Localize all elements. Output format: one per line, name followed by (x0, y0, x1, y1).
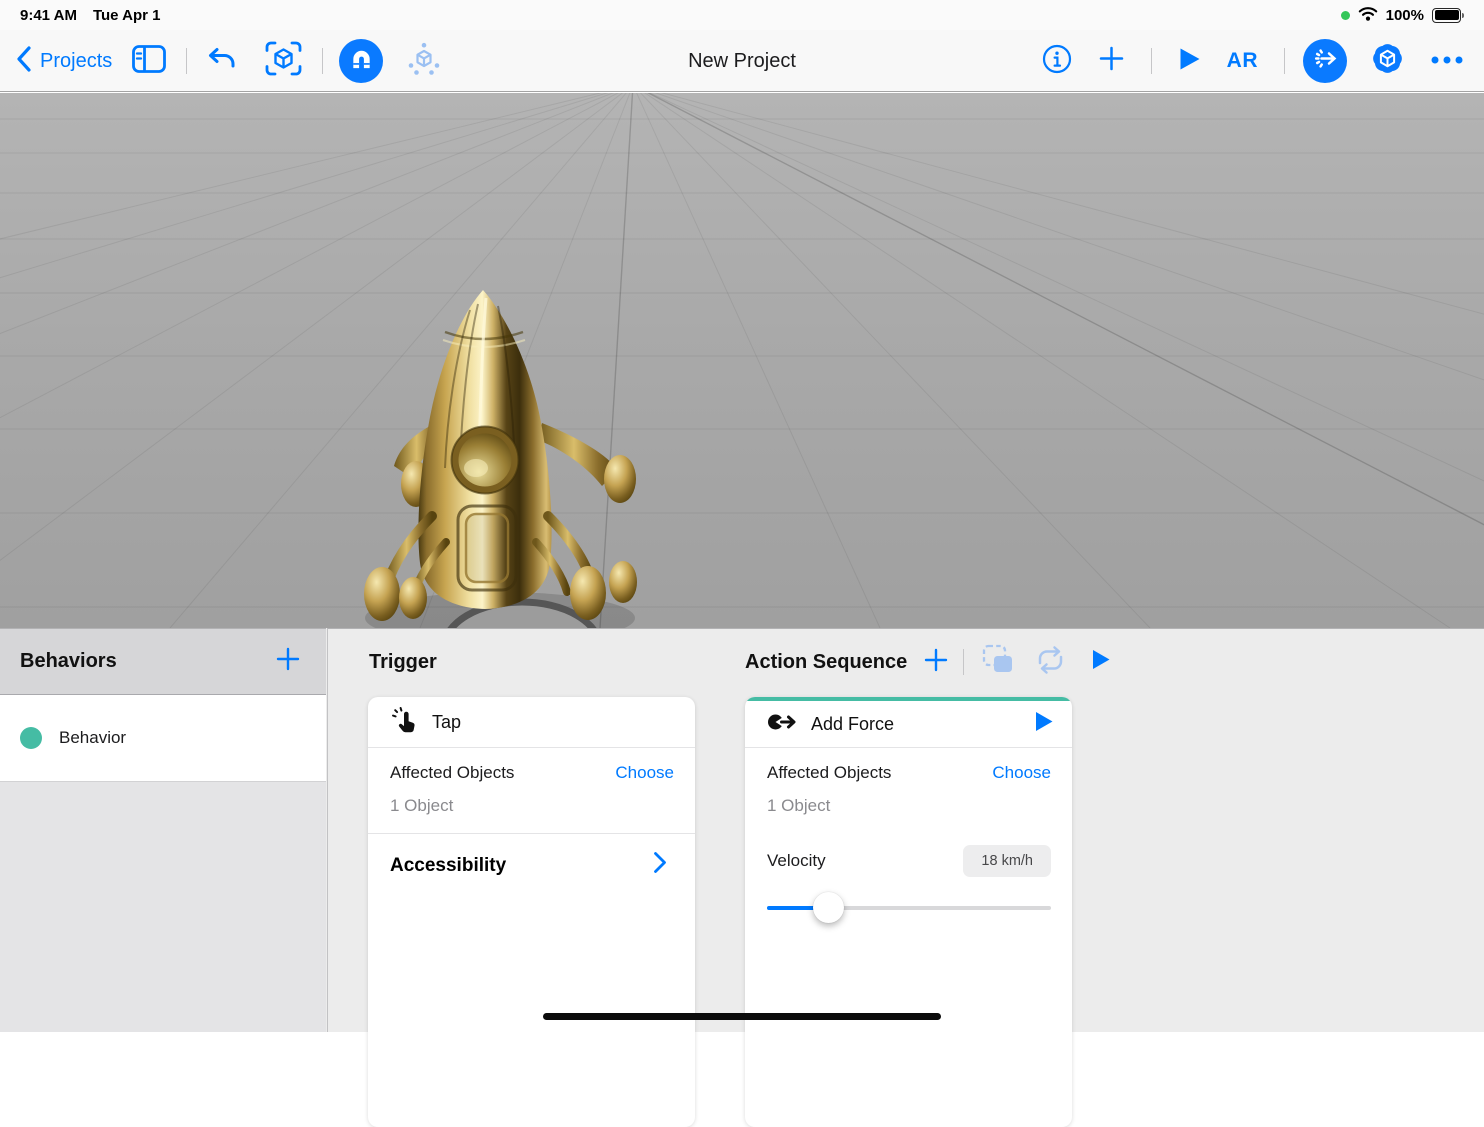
objects-count: 1 Object (767, 796, 1051, 816)
velocity-value-field[interactable]: 18 km/h (963, 845, 1051, 877)
object-settings-button[interactable] (1369, 40, 1406, 82)
snap-magnet-button[interactable] (339, 39, 383, 83)
tap-gesture-icon (390, 705, 420, 740)
sidebar-icon (132, 45, 166, 78)
behavior-list-item[interactable]: Behavior (0, 695, 326, 782)
toolbar-separator (1284, 48, 1285, 74)
info-button[interactable] (1042, 44, 1072, 79)
rocket-object[interactable] (364, 290, 637, 628)
plus-icon (1098, 45, 1125, 77)
play-action-button[interactable] (1034, 710, 1054, 738)
undo-icon (207, 46, 237, 77)
loop-action-button[interactable] (1034, 645, 1067, 680)
ar-button-label: AR (1227, 49, 1258, 73)
add-behavior-button[interactable] (274, 645, 302, 678)
group-actions-button[interactable] (982, 644, 1016, 681)
ellipsis-icon (1430, 52, 1464, 70)
plus-icon (274, 645, 302, 678)
chevron-left-icon (14, 44, 34, 79)
trigger-card: Tap Affected Objects Choose 1 Object Acc… (368, 697, 695, 1127)
anchor-cube-dots-icon (407, 42, 441, 81)
undo-button[interactable] (207, 46, 237, 77)
privacy-indicator-dot (1341, 11, 1350, 20)
add-object-button[interactable] (1098, 45, 1125, 77)
group-actions-icon (982, 644, 1016, 681)
back-button[interactable]: Projects (14, 44, 112, 79)
badge-cube-icon (1369, 40, 1406, 82)
sidebar-toggle-button[interactable] (132, 45, 166, 78)
add-force-icon (767, 711, 799, 738)
affected-objects-label: Affected Objects (767, 763, 891, 783)
play-icon (1178, 46, 1201, 77)
scene-canvas (0, 93, 1484, 628)
add-force-row[interactable]: Add Force (745, 701, 1072, 748)
behaviors-panel-button[interactable] (1303, 39, 1347, 83)
toolbar-separator (1151, 48, 1152, 74)
object-capture-button[interactable] (265, 41, 302, 81)
accessibility-row[interactable]: Accessibility (368, 834, 695, 897)
trigger-tap-row[interactable]: Tap (368, 697, 695, 748)
magnet-icon (349, 46, 374, 76)
choose-objects-link[interactable]: Choose (615, 763, 674, 783)
behavior-detail-panel: Trigger Action Sequence (327, 628, 1484, 1032)
play-icon (1091, 648, 1111, 676)
back-button-label: Projects (40, 50, 112, 73)
toolbar: Projects New P (0, 30, 1484, 92)
toolbar-separator (963, 649, 964, 675)
play-sequence-button[interactable] (1091, 648, 1111, 676)
toolbar-separator (322, 48, 323, 74)
accessibility-label: Accessibility (390, 855, 506, 877)
status-bar: 9:41 AM Tue Apr 1 100% (0, 0, 1484, 30)
behaviors-sidebar: Behaviors Behavior (0, 628, 326, 1032)
info-icon (1042, 44, 1072, 79)
action-name: Add Force (811, 714, 1022, 735)
action-affected-objects: Affected Objects Choose 1 Object (745, 748, 1072, 833)
scene-viewport[interactable] (0, 93, 1484, 628)
object-capture-icon (265, 41, 302, 81)
slider-thumb[interactable] (813, 892, 844, 923)
toolbar-separator (186, 48, 187, 74)
action-sequence-title: Action Sequence (745, 651, 907, 674)
velocity-setting: Velocity 18 km/h (745, 833, 1072, 925)
project-title: New Project (688, 30, 796, 92)
play-button[interactable] (1178, 46, 1201, 77)
home-indicator[interactable] (543, 1013, 941, 1020)
status-time: 9:41 AM (20, 7, 77, 24)
floor-grid (0, 93, 1484, 628)
chevron-right-icon (653, 851, 667, 880)
objects-count: 1 Object (390, 796, 674, 816)
ar-mode-button[interactable]: AR (1227, 49, 1258, 73)
trigger-section-title: Trigger (369, 651, 437, 674)
loop-icon (1034, 645, 1067, 680)
battery-percent: 100% (1386, 7, 1424, 24)
trigger-name: Tap (432, 712, 677, 733)
more-options-button[interactable] (1430, 52, 1464, 70)
behavior-label: Behavior (59, 728, 126, 748)
anchor-button[interactable] (407, 42, 441, 81)
behaviors-editor-panel: Behaviors Behavior Trigger Action Sequen… (0, 628, 1484, 1032)
status-date: Tue Apr 1 (93, 7, 161, 24)
add-action-button[interactable] (923, 647, 949, 678)
battery-icon (1432, 8, 1464, 23)
behaviors-burst-arrow-icon (1312, 45, 1339, 77)
action-card-add-force: Add Force Affected Objects Choose 1 Obje… (745, 697, 1072, 1127)
wifi-icon (1358, 6, 1378, 25)
floor-grid-axis (600, 93, 1484, 628)
choose-objects-link[interactable]: Choose (992, 763, 1051, 783)
velocity-slider[interactable] (767, 891, 1051, 925)
affected-objects-label: Affected Objects (390, 763, 514, 783)
trigger-affected-objects: Affected Objects Choose 1 Object (368, 748, 695, 834)
velocity-label: Velocity (767, 851, 826, 871)
plus-icon (923, 647, 949, 678)
play-icon (1034, 710, 1054, 738)
behaviors-title: Behaviors (20, 650, 117, 673)
behavior-color-dot (20, 727, 42, 749)
